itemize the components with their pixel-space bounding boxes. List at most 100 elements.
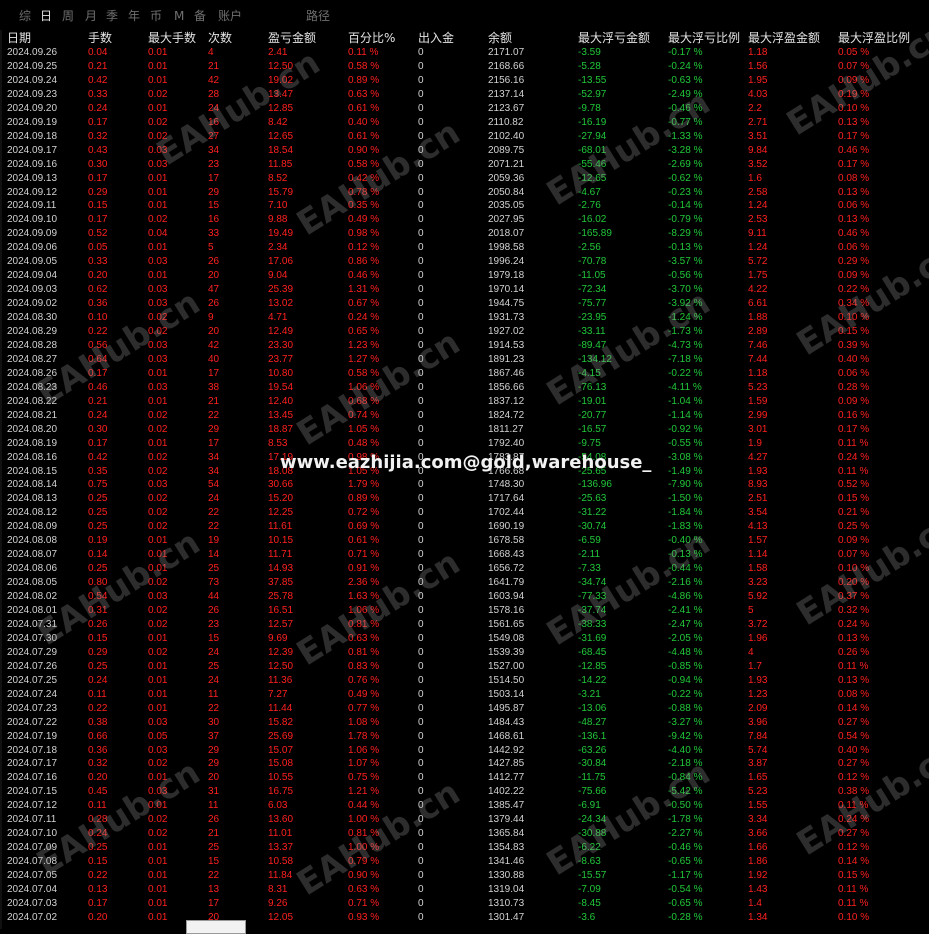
table-row[interactable]: 2024.08.30 0.10 0.02 9 4.71 0.24 % 0 1931.73 -23…	[0, 311, 929, 325]
table-row[interactable]: 2024.09.20 0.24 0.01 24 12.85 0.61 % 0 2123.67 -…	[0, 102, 929, 116]
table-row[interactable]: 2024.07.29 0.29 0.02 24 12.39 0.81 % 0 1539.39 -…	[0, 646, 929, 660]
table-row[interactable]: 2024.07.08 0.15 0.01 15 10.58 0.79 % 0 1341.46 -…	[0, 855, 929, 869]
header-date[interactable]: 日期	[7, 31, 31, 45]
table-row[interactable]: 2024.08.20 0.30 0.02 29 18.87 1.05 % 0 1811.27 -…	[0, 423, 929, 437]
table-row[interactable]: 2024.09.04 0.20 0.01 20 9.04 0.46 % 0 1979.18 -1…	[0, 269, 929, 283]
tab-notes[interactable]: 备	[194, 9, 206, 23]
cell-max-float-profit-pct: 0.17 %	[838, 130, 870, 142]
header-max-float-loss-pct[interactable]: 最大浮亏比例	[668, 31, 740, 45]
table-row[interactable]: 2024.08.29 0.22 0.02 20 12.49 0.65 % 0 1927.02 -…	[0, 325, 929, 339]
tab-week[interactable]: 周	[62, 9, 74, 23]
cell-max-float-loss: -15.57	[578, 870, 607, 882]
table-row[interactable]: 2024.07.24 0.11 0.01 11 7.27 0.49 % 0 1503.14 -3…	[0, 688, 929, 702]
cell-date: 2024.09.19	[7, 116, 58, 128]
tab-m[interactable]: M	[174, 9, 184, 23]
table-row[interactable]: 2024.08.13 0.25 0.02 24 15.20 0.89 % 0 1717.64 -…	[0, 492, 929, 506]
cell-percent: 0.74 %	[348, 409, 380, 421]
header-lots[interactable]: 手数	[88, 31, 112, 45]
table-row[interactable]: 2024.08.06 0.25 0.01 25 14.93 0.91 % 0 1656.72 -…	[0, 562, 929, 576]
table-row[interactable]: 2024.08.12 0.25 0.02 22 12.25 0.72 % 0 1702.44 -…	[0, 506, 929, 520]
cell-max-float-loss-pct: -1.83 %	[668, 521, 703, 533]
tab-account[interactable]: 账户	[218, 9, 242, 23]
table-row[interactable]: 2024.09.02 0.36 0.03 26 13.02 0.67 % 0 1944.75 -…	[0, 297, 929, 311]
table-row[interactable]: 2024.07.15 0.45 0.03 31 16.75 1.21 % 0 1402.22 -…	[0, 785, 929, 799]
cell-count: 5	[208, 242, 214, 254]
table-row[interactable]: 2024.09.25 0.21 0.01 21 12.50 0.58 % 0 2168.66 -…	[0, 60, 929, 74]
table-row[interactable]: 2024.08.09 0.25 0.02 22 11.61 0.69 % 0 1690.19 -…	[0, 520, 929, 534]
cell-max-float-loss-pct: -1.73 %	[668, 326, 703, 337]
table-row[interactable]: 2024.08.23 0.46 0.03 38 19.54 1.06 % 0 1856.66 -…	[0, 381, 929, 395]
cell-profit: 12.40	[268, 395, 294, 407]
table-row[interactable]: 2024.09.10 0.17 0.02 16 9.88 0.49 % 0 2027.95 -1…	[0, 213, 929, 227]
cell-date: 2024.08.09	[7, 521, 58, 533]
header-deposit[interactable]: 出入金	[418, 31, 454, 45]
cell-lots: 0.33	[88, 88, 108, 100]
table-row[interactable]: 2024.07.23 0.22 0.01 22 11.44 0.77 % 0 1495.87 -…	[0, 702, 929, 716]
table-row[interactable]: 2024.07.12 0.11 0.01 11 6.03 0.44 % 0 1385.47 -6…	[0, 799, 929, 813]
tab-currency[interactable]: 币	[150, 9, 162, 23]
table-row[interactable]: 2024.09.06 0.05 0.01 5 2.34 0.12 % 0 1998.58 -2.…	[0, 241, 929, 255]
table-row[interactable]: 2024.08.26 0.17 0.01 17 10.80 0.58 % 0 1867.46 -…	[0, 367, 929, 381]
table-row[interactable]: 2024.07.10 0.24 0.02 21 11.01 0.81 % 0 1365.84 -…	[0, 827, 929, 841]
table-row[interactable]: 2024.07.19 0.66 0.05 37 25.69 1.78 % 0 1468.61 -…	[0, 730, 929, 744]
table-row[interactable]: 2024.09.19 0.17 0.02 16 8.42 0.40 % 0 2110.82 -1…	[0, 116, 929, 130]
header-balance[interactable]: 余额	[488, 31, 512, 45]
table-row[interactable]: 2024.07.11 0.28 0.02 26 13.60 1.00 % 0 1379.44 -…	[0, 813, 929, 827]
table-row[interactable]: 2024.09.13 0.17 0.01 17 8.52 0.42 % 0 2059.36 -1…	[0, 172, 929, 186]
table-row[interactable]: 2024.08.14 0.75 0.03 54 30.66 1.79 % 0 1748.30 -…	[0, 478, 929, 492]
table-row[interactable]: 2024.09.24 0.42 0.01 42 19.02 0.89 % 0 2156.16 -…	[0, 74, 929, 88]
cell-max-float-loss-pct: -0.50 %	[668, 800, 703, 812]
table-row[interactable]: 2024.08.27 0.64 0.03 40 23.77 1.27 % 0 1891.23 -…	[0, 353, 929, 367]
table-row[interactable]: 2024.08.19 0.17 0.01 17 8.53 0.48 % 0 1792.40 -9…	[0, 437, 929, 451]
table-row[interactable]: 2024.08.08 0.19 0.01 19 10.15 0.61 % 0 1678.58 -…	[0, 534, 929, 548]
tab-summary[interactable]: 综	[19, 9, 31, 23]
table-row[interactable]: 2024.07.25 0.24 0.01 24 11.36 0.76 % 0 1514.50 -…	[0, 674, 929, 688]
table-row[interactable]: 2024.09.18 0.32 0.02 27 12.65 0.61 % 0 2102.40 -…	[0, 130, 929, 144]
table-row[interactable]: 2024.08.22 0.21 0.01 21 12.40 0.68 % 0 1837.12 -…	[0, 395, 929, 409]
header-max-lots[interactable]: 最大手数	[148, 31, 196, 45]
table-row[interactable]: 2024.09.23 0.33 0.02 28 13.47 0.63 % 0 2137.14 -…	[0, 88, 929, 102]
table-row[interactable]: 2024.07.04 0.13 0.01 13 8.31 0.63 % 0 1319.04 -7…	[0, 883, 929, 897]
cell-max-float-profit-pct: 0.06 %	[838, 367, 870, 379]
table-row[interactable]: 2024.09.11 0.15 0.01 15 7.10 0.35 % 0 2035.05 -2…	[0, 199, 929, 213]
table-row[interactable]: 2024.07.03 0.17 0.01 17 9.26 0.71 % 0 1310.73 -8…	[0, 897, 929, 911]
header-max-float-loss[interactable]: 最大浮亏金额	[578, 31, 650, 45]
table-row[interactable]: 2024.08.01 0.31 0.02 26 16.51 1.06 % 0 1578.16 -…	[0, 604, 929, 618]
table-row[interactable]: 2024.07.17 0.32 0.02 29 15.08 1.07 % 0 1427.85 -…	[0, 757, 929, 771]
header-max-float-profit[interactable]: 最大浮盈金额	[748, 31, 820, 45]
tab-path[interactable]: 路径	[306, 9, 330, 23]
table-row[interactable]: 2024.09.09 0.52 0.04 33 19.49 0.98 % 0 2018.07 -…	[0, 227, 929, 241]
cell-max-float-loss-pct: -2.47 %	[668, 618, 703, 630]
table-row[interactable]: 2024.08.05 0.80 0.02 73 37.85 2.36 % 0 1641.79 -…	[0, 576, 929, 590]
table-row[interactable]: 2024.08.02 0.54 0.03 44 25.78 1.63 % 0 1603.94 -…	[0, 590, 929, 604]
table-row[interactable]: 2024.09.03 0.62 0.03 47 25.39 1.31 % 0 1970.14 -…	[0, 283, 929, 297]
table-row[interactable]: 2024.08.07 0.14 0.01 14 11.71 0.71 % 0 1668.43 -…	[0, 548, 929, 562]
table-row[interactable]: 2024.07.05 0.22 0.01 22 11.84 0.90 % 0 1330.88 -…	[0, 869, 929, 883]
table-row[interactable]: 2024.09.05 0.33 0.03 26 17.06 0.86 % 0 1996.24 -…	[0, 255, 929, 269]
table-row[interactable]: 2024.09.16 0.30 0.03 23 11.85 0.58 % 0 2071.21 -…	[0, 158, 929, 172]
cell-max-lots: 0.01	[148, 395, 168, 407]
table-row[interactable]: 2024.07.09 0.25 0.01 25 13.37 1.00 % 0 1354.83 -…	[0, 841, 929, 855]
header-max-float-profit-pct[interactable]: 最大浮盈比例	[838, 31, 910, 45]
table-row[interactable]: 2024.09.17 0.43 0.03 34 18.54 0.90 % 0 2089.75 -…	[0, 144, 929, 158]
table-row[interactable]: 2024.09.26 0.04 0.01 4 2.41 0.11 % 0 2171.07 -3.…	[0, 46, 929, 60]
header-percent[interactable]: 百分比%	[348, 31, 395, 45]
cell-deposit: 0	[418, 172, 424, 184]
table-row[interactable]: 2024.07.31 0.26 0.02 23 12.57 0.81 % 0 1561.65 -…	[0, 618, 929, 632]
table-row[interactable]: 2024.07.18 0.36 0.03 29 15.07 1.06 % 0 1442.92 -…	[0, 744, 929, 758]
header-profit[interactable]: 盈亏金额	[268, 31, 316, 45]
tab-quarter[interactable]: 季	[106, 9, 118, 23]
table-row[interactable]: 2024.07.30 0.15 0.01 15 9.69 0.63 % 0 1549.08 -3…	[0, 632, 929, 646]
table-row[interactable]: 2024.09.12 0.29 0.01 29 15.79 0.78 % 0 2050.84 -…	[0, 186, 929, 200]
table-row[interactable]: 2024.08.28 0.56 0.03 42 23.30 1.23 % 0 1914.53 -…	[0, 339, 929, 353]
table-row[interactable]: 2024.07.02 0.20 0.01 20 12.05 0.93 % 0 1301.47-…	[0, 911, 929, 925]
table-row[interactable]: 2024.08.21 0.24 0.02 22 13.45 0.74 % 0 1824.72 -…	[0, 409, 929, 423]
cell-max-float-profit: 1.93	[748, 674, 768, 686]
tab-day[interactable]: 日	[40, 9, 52, 23]
header-count[interactable]: 次数	[208, 31, 232, 45]
table-row[interactable]: 2024.07.26 0.25 0.01 25 12.50 0.83 % 0 1527.00 -…	[0, 660, 929, 674]
table-row[interactable]: 2024.07.22 0.38 0.03 30 15.82 1.08 % 0 1484.43 -…	[0, 716, 929, 730]
table-row[interactable]: 2024.07.16 0.20 0.01 20 10.55 0.75 % 0 1412.77 -…	[0, 771, 929, 785]
tab-year[interactable]: 年	[128, 9, 140, 23]
tab-month[interactable]: 月	[85, 9, 97, 23]
